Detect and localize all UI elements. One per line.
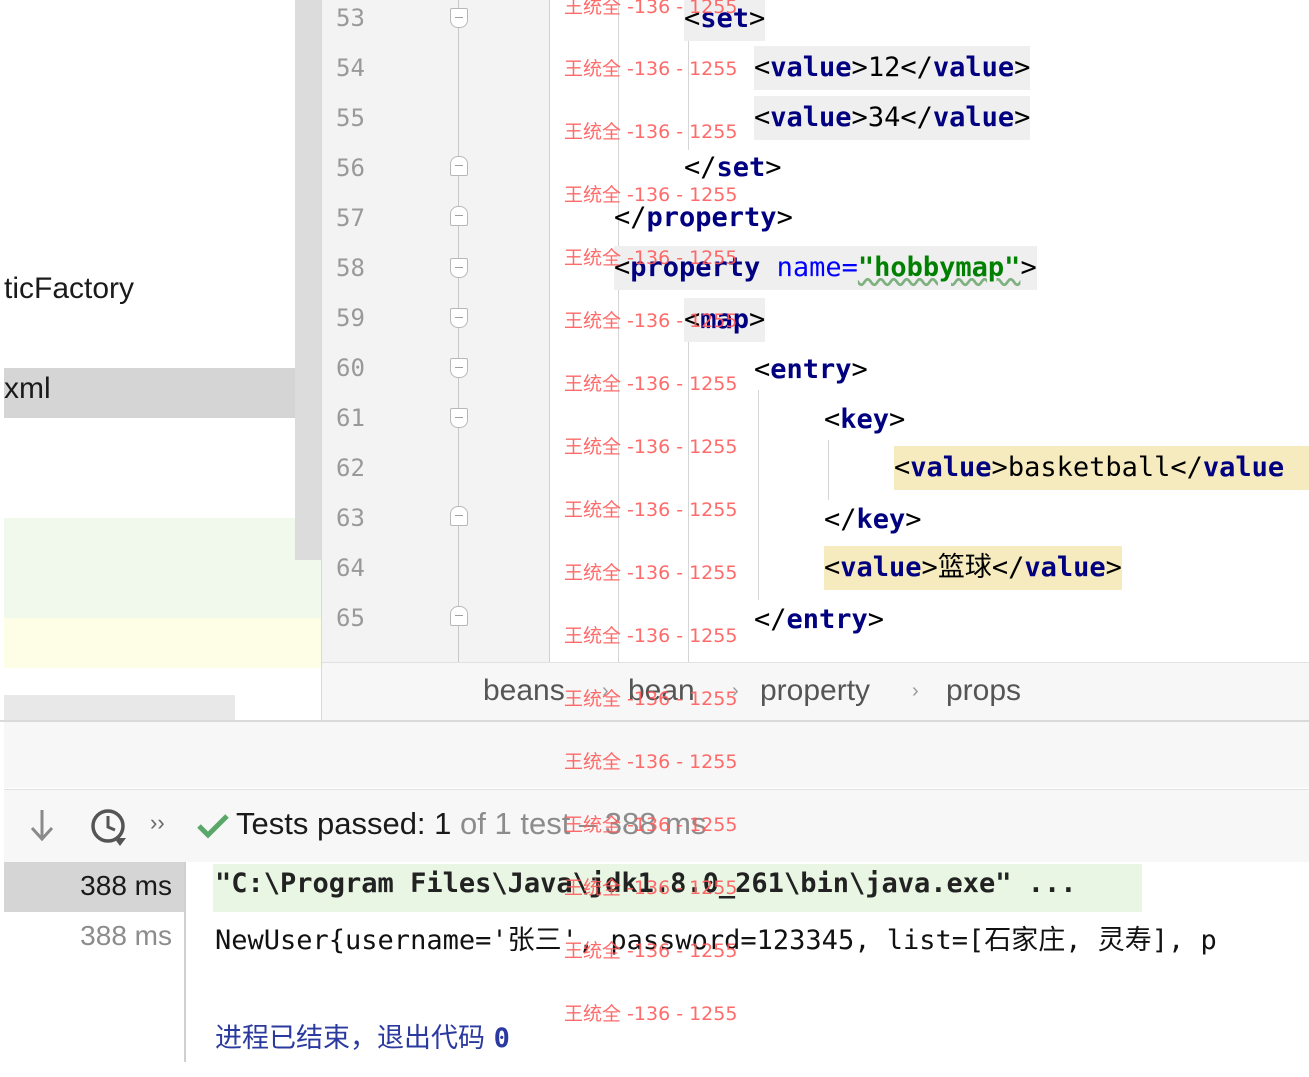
watermark: 王统全 -136 - 1255	[564, 373, 738, 395]
line-number: 62	[336, 454, 365, 482]
check-success-icon	[196, 812, 230, 845]
tree-highlight-yellow	[4, 618, 322, 668]
watermark: 王统全 -136 - 1255	[564, 247, 738, 269]
watermark: 王统全 -136 - 1255	[564, 184, 738, 206]
line-number: 55	[336, 104, 365, 132]
line-number: 54	[336, 54, 365, 82]
console-exit-code: 0	[493, 1023, 510, 1054]
fold-end-marker-icon[interactable]	[450, 206, 468, 226]
fold-guide-line	[458, 0, 459, 662]
line-number: 59	[336, 304, 365, 332]
code-token: value	[770, 52, 852, 83]
test-passed-count: 1	[434, 806, 452, 841]
watermark: 王统全 -136 - 1255	[564, 58, 738, 80]
test-total: of 1 test	[451, 806, 571, 841]
watermark: 王统全 -136 - 1255	[564, 310, 738, 332]
watermark: 王统全 -136 - 1255	[564, 814, 738, 836]
indent-guide	[758, 390, 759, 600]
console-exit-label: 进程已结束，退出代码	[215, 1023, 494, 1054]
code-line-63[interactable]: </key>	[824, 498, 922, 542]
tree-item-static-factory[interactable]: ticFactory	[4, 272, 134, 306]
code-line-60[interactable]: <entry>	[754, 348, 868, 392]
horizontal-scrollbar[interactable]	[4, 695, 235, 720]
code-token: key	[856, 504, 906, 535]
fold-marker-icon[interactable]	[450, 408, 468, 428]
scroll-down-icon[interactable]	[28, 806, 56, 849]
line-number: 53	[336, 4, 365, 32]
code-token: value	[770, 102, 852, 133]
test-time[interactable]: 388 ms	[2, 870, 172, 902]
project-scrollbar[interactable]	[295, 0, 321, 560]
console-exit: 进程已结束，退出代码 0	[215, 1016, 510, 1055]
fold-end-marker-icon[interactable]	[450, 506, 468, 526]
code-line-65[interactable]: </entry>	[754, 598, 884, 642]
watermark: 王统全 -136 - 1255	[564, 1003, 738, 1025]
fold-end-marker-icon[interactable]	[450, 156, 468, 176]
line-number: 60	[336, 354, 365, 382]
line-number: 65	[336, 604, 365, 632]
watermark: 王统全 -136 - 1255	[564, 688, 738, 710]
code-line-54[interactable]: <value>12</value>	[754, 46, 1031, 90]
code-token: value	[932, 52, 1015, 83]
test-status-label: Tests passed:	[236, 806, 435, 841]
line-number: 56	[336, 154, 365, 182]
watermark: 王统全 -136 - 1255	[564, 436, 738, 458]
watermark: 王统全 -136 - 1255	[564, 499, 738, 521]
code-token: value	[1024, 552, 1106, 583]
code-token: 34	[867, 102, 901, 133]
watermark: 王统全 -136 - 1255	[564, 625, 738, 647]
code-token: value	[840, 552, 922, 583]
fold-end-marker-icon[interactable]	[450, 606, 468, 626]
fold-marker-icon[interactable]	[450, 358, 468, 378]
code-token: 篮球	[937, 552, 992, 583]
tree-item-xml[interactable]: xml	[4, 372, 51, 406]
watermark: 王统全 -136 - 1255	[564, 0, 738, 18]
more-actions-icon[interactable]: ››	[150, 810, 165, 836]
code-token: entry	[786, 604, 868, 635]
fold-marker-icon[interactable]	[450, 258, 468, 278]
tree-item-selected-bg	[4, 368, 322, 418]
line-number: 57	[336, 204, 365, 232]
code-token: value	[910, 452, 992, 483]
breadcrumb-item-beans[interactable]: beans	[483, 674, 565, 708]
code-token: set	[716, 152, 766, 183]
code-token: key	[840, 404, 890, 435]
code-token: value	[1202, 452, 1285, 483]
watermark: 王统全 -136 - 1255	[564, 121, 738, 143]
watermark: 王统全 -136 - 1255	[564, 940, 738, 962]
code-line-62[interactable]: <value>basketball</value	[894, 446, 1309, 490]
gutter-border	[549, 0, 550, 662]
fold-marker-icon[interactable]	[450, 308, 468, 328]
line-number: 58	[336, 254, 365, 282]
code-token: 12	[867, 52, 901, 83]
breadcrumb-item-property[interactable]: property	[760, 674, 870, 708]
line-number: 64	[336, 554, 365, 582]
watermark: 王统全 -136 - 1255	[564, 751, 738, 773]
fold-marker-icon[interactable]	[450, 8, 468, 28]
code-token: entry	[770, 354, 852, 385]
run-panel-divider	[184, 862, 186, 1062]
line-number: 61	[336, 404, 365, 432]
code-token: "hobbymap"	[857, 252, 1021, 283]
code-token: name	[776, 252, 842, 283]
code-line-61[interactable]: <key>	[824, 398, 905, 442]
breadcrumb-separator-icon: ›	[912, 680, 919, 702]
line-number: 63	[336, 504, 365, 532]
tree-highlight-green	[4, 518, 322, 618]
code-line-55[interactable]: <value>34</value>	[754, 96, 1031, 140]
history-clock-icon[interactable]	[88, 806, 132, 855]
breadcrumb-item-props[interactable]: props	[946, 674, 1021, 708]
code-token: value	[932, 102, 1015, 133]
test-time[interactable]: 388 ms	[2, 920, 172, 952]
code-line-64[interactable]: <value>篮球</value>	[824, 546, 1122, 590]
watermark: 王统全 -136 - 1255	[564, 562, 738, 584]
indent-guide	[828, 440, 829, 500]
watermark: 王统全 -136 - 1255	[564, 877, 738, 899]
code-token: basketball	[1007, 452, 1171, 483]
